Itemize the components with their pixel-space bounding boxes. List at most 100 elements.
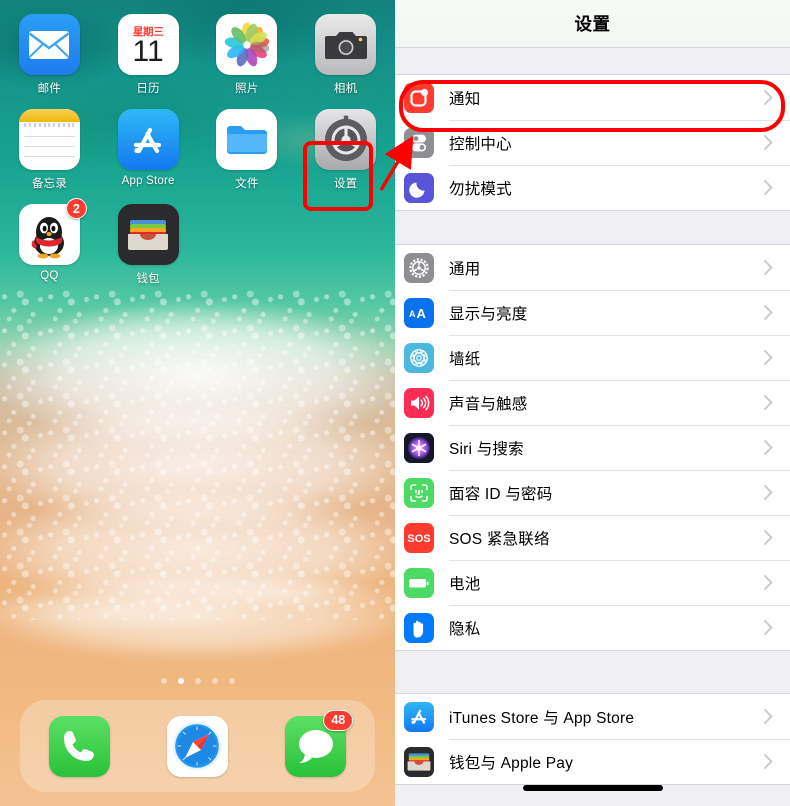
page-dot-3[interactable] <box>194 678 201 684</box>
chevron-right-icon <box>758 180 778 195</box>
settings-row-label: 电池 <box>449 575 481 593</box>
app-icon-qq[interactable]: 2 QQ <box>0 198 99 286</box>
settings-row-control-center[interactable]: 控制中心 <box>395 120 790 165</box>
settings-row-privacy[interactable]: 隐私 <box>395 605 790 650</box>
settings-group-1: 通知 控制中心 勿扰模式 <box>395 74 790 211</box>
do-not-disturb-icon <box>404 172 434 203</box>
dock-icon-safari[interactable] <box>166 715 228 777</box>
chevron-right-icon <box>758 485 778 500</box>
settings-row-itunes-appstore[interactable]: iTunes Store 与 App Store <box>395 694 790 739</box>
home-indicator[interactable] <box>522 785 663 791</box>
settings-app-screen: 设置 通知 控制中心 勿扰模式 通用 A A 显示与亮度 墙纸 声音与触感 Si… <box>395 0 790 806</box>
dock-icon-phone[interactable] <box>48 715 110 777</box>
app-label: 钱包 <box>136 273 160 285</box>
settings-row-label: 勿扰模式 <box>449 180 512 198</box>
dock-icon-messages[interactable]: 48 <box>285 709 354 777</box>
settings-row-label: iTunes Store 与 App Store <box>449 709 635 727</box>
sounds-haptics-icon <box>404 387 434 418</box>
calendar-icon: 星期三 11 <box>117 14 179 75</box>
display-brightness-icon: A A <box>404 297 434 328</box>
settings-row-label: 通用 <box>449 260 481 278</box>
page-indicator-dots[interactable] <box>0 678 395 684</box>
general-gear-icon <box>404 252 434 283</box>
settings-group-3: iTunes Store 与 App Store 钱包与 Apple Pay <box>395 693 790 785</box>
phone-icon <box>48 715 110 777</box>
app-icon-appstore[interactable]: App Store <box>99 109 198 191</box>
settings-row-display-brightness[interactable]: A A 显示与亮度 <box>395 290 790 335</box>
app-label: 相机 <box>333 83 358 95</box>
app-icon-photos[interactable]: 照片 <box>198 14 297 96</box>
safari-icon <box>166 715 228 777</box>
settings-row-do-not-disturb[interactable]: 勿扰模式 <box>395 165 790 210</box>
wallet-icon <box>404 746 434 777</box>
page-dot-5[interactable] <box>228 678 235 684</box>
chevron-right-icon <box>758 620 778 635</box>
app-label: 照片 <box>235 83 259 95</box>
app-badge: 2 <box>65 198 87 219</box>
battery-icon <box>404 567 434 598</box>
chevron-right-icon <box>758 135 778 150</box>
appstore-icon <box>117 109 179 170</box>
chevron-right-icon <box>758 440 778 455</box>
settings-group-2: 通用 A A 显示与亮度 墙纸 声音与触感 Siri 与搜索 面容 ID 与密码… <box>395 244 790 651</box>
app-label: 备忘录 <box>31 178 67 190</box>
app-label: 文件 <box>235 178 259 190</box>
app-label: 日历 <box>136 83 160 95</box>
settings-row-battery[interactable]: 电池 <box>395 560 790 605</box>
section-gap-top <box>395 48 790 74</box>
camera-icon <box>315 14 377 75</box>
app-icon-files[interactable]: 文件 <box>198 109 297 191</box>
section-gap-1 <box>395 211 790 244</box>
svg-text:A: A <box>409 309 416 319</box>
photos-icon <box>216 14 278 75</box>
settings-row-sounds-haptics[interactable]: 声音与触感 <box>395 380 790 425</box>
app-label: App Store <box>121 175 175 187</box>
screenshot-root: 邮件 星期三 11 日历 照片 相机 备忘录 App Store 文件 设置 2… <box>0 0 790 806</box>
control-center-icon <box>404 127 434 158</box>
chevron-right-icon <box>758 395 778 410</box>
app-icon-settings[interactable]: 设置 <box>296 109 395 191</box>
mail-icon <box>18 14 80 75</box>
settings-row-label: 通知 <box>449 90 481 108</box>
settings-row-label: 钱包与 Apple Pay <box>449 754 574 772</box>
chevron-right-icon <box>758 90 778 105</box>
app-icon-notes[interactable]: 备忘录 <box>0 109 99 191</box>
chevron-right-icon <box>758 350 778 365</box>
settings-row-label: 显示与亮度 <box>449 305 528 323</box>
settings-row-label: 控制中心 <box>449 135 512 153</box>
wallet-icon <box>117 204 179 265</box>
settings-row-label: 声音与触感 <box>449 395 528 413</box>
dock: 48 <box>20 700 375 792</box>
settings-row-wallet-applepay[interactable]: 钱包与 Apple Pay <box>395 739 790 784</box>
chevron-right-icon <box>758 754 778 769</box>
section-gap-2 <box>395 651 790 693</box>
settings-row-sos[interactable]: SOS SOS 紧急联络 <box>395 515 790 560</box>
page-title: 设置 <box>574 14 611 34</box>
settings-row-label: 面容 ID 与密码 <box>449 485 553 503</box>
app-icon-camera[interactable]: 相机 <box>296 14 395 96</box>
app-label: QQ <box>40 270 59 282</box>
settings-row-label: 墙纸 <box>449 350 481 368</box>
app-badge: 48 <box>323 709 354 731</box>
page-dot-2-active[interactable] <box>177 678 184 684</box>
settings-row-siri-search[interactable]: Siri 与搜索 <box>395 425 790 470</box>
settings-row-general[interactable]: 通用 <box>395 245 790 290</box>
files-icon <box>216 109 278 170</box>
app-icon-grid: 邮件 星期三 11 日历 照片 相机 备忘录 App Store 文件 设置 2… <box>0 14 395 286</box>
siri-icon <box>404 432 434 463</box>
app-icon-mail[interactable]: 邮件 <box>0 14 99 96</box>
page-dot-4[interactable] <box>211 678 218 684</box>
navigation-bar: 设置 <box>395 0 790 48</box>
app-icon-wallet[interactable]: 钱包 <box>99 204 198 286</box>
chevron-right-icon <box>758 709 778 724</box>
settings-row-label: Siri 与搜索 <box>449 440 524 458</box>
settings-row-notifications[interactable]: 通知 <box>395 75 790 120</box>
notifications-icon <box>404 82 434 113</box>
settings-row-face-id-passcode[interactable]: 面容 ID 与密码 <box>395 470 790 515</box>
chevron-right-icon <box>758 530 778 545</box>
app-icon-calendar[interactable]: 星期三 11 日历 <box>99 14 198 96</box>
settings-row-wallpaper[interactable]: 墙纸 <box>395 335 790 380</box>
page-dot-1[interactable] <box>160 678 167 684</box>
iphone-home-screen: 邮件 星期三 11 日历 照片 相机 备忘录 App Store 文件 设置 2… <box>0 0 395 806</box>
wallpaper-icon <box>404 342 434 373</box>
